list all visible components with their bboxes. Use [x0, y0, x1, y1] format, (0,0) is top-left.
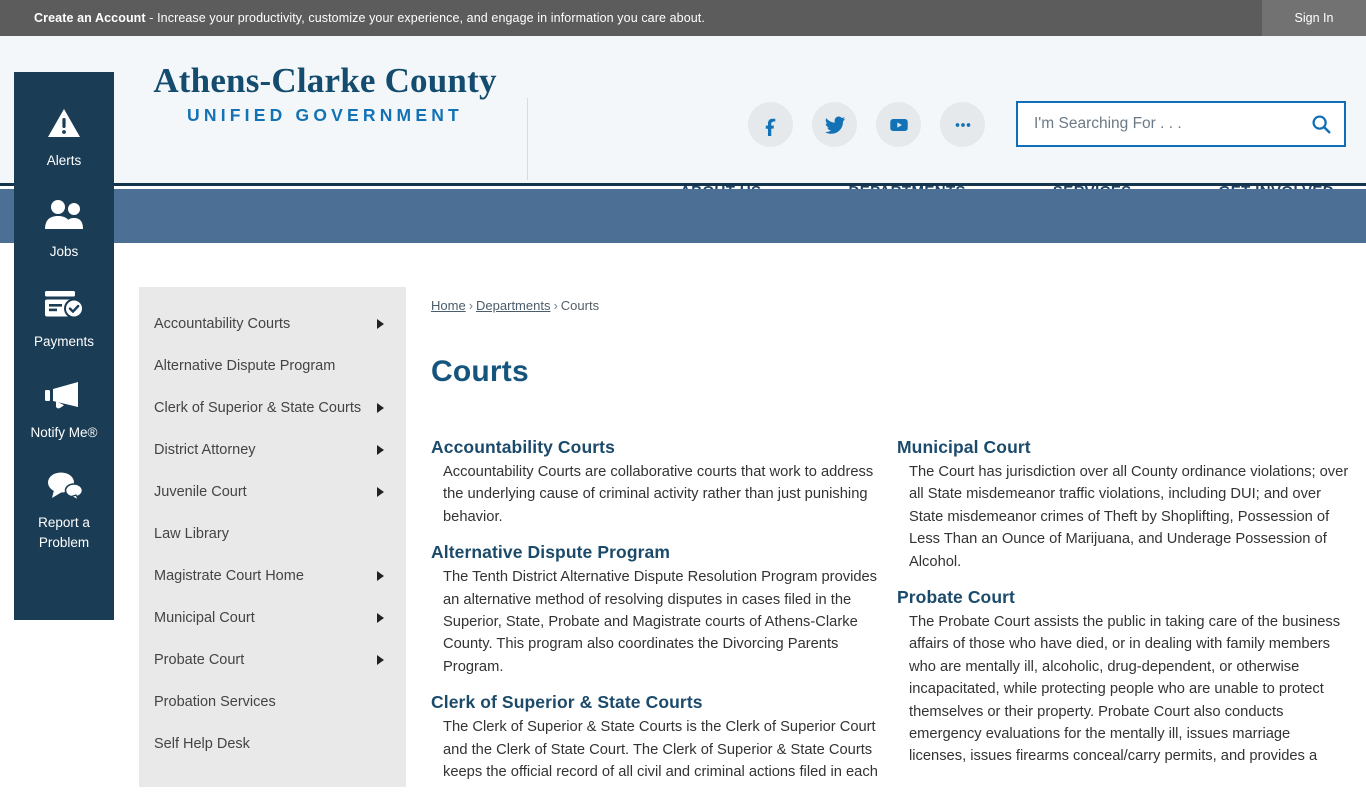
sidenav-label: Magistrate Court Home — [154, 568, 304, 584]
chevron-right-icon[interactable] — [377, 445, 384, 455]
section-heading[interactable]: Alternative Dispute Program — [431, 542, 885, 563]
logo-title: Athens-Clarke County — [153, 61, 497, 100]
logo-subtitle: UNIFIED GOVERNMENT — [187, 104, 463, 125]
chevron-right-icon[interactable] — [377, 655, 384, 665]
payment-card-icon — [42, 283, 86, 325]
sidenav-item-magistrate-court-home[interactable]: Magistrate Court Home — [139, 555, 406, 597]
sidenav-label: Self Help Desk — [154, 736, 250, 752]
sidenav-label: Clerk of Superior & State Courts — [154, 400, 362, 416]
breadcrumb-separator: › — [468, 298, 474, 313]
section-body: Accountability Courts are collaborative … — [443, 464, 874, 525]
breadcrumb-link-home[interactable]: Home — [431, 298, 466, 313]
social-links — [748, 102, 985, 147]
create-account-description: - Increase your productivity, customize … — [145, 11, 705, 25]
section-body: The Court has jurisdiction over all Coun… — [909, 464, 1349, 570]
sidenav-label: Law Library — [154, 526, 229, 542]
section-heading[interactable]: Probate Court — [897, 587, 1351, 608]
create-account-label: Create an Account — [34, 11, 146, 25]
sidenav-item-probate-court[interactable]: Probate Court — [139, 639, 406, 681]
main-content: Home › Departments › Courts Courts Accountab… — [431, 298, 1351, 780]
section-heading[interactable]: Clerk of Superior & State Courts — [431, 692, 885, 713]
rail-item-jobs[interactable]: Jobs — [14, 193, 114, 262]
section-heading[interactable]: Municipal Court — [897, 437, 1351, 458]
sidenav-item-clerk-of-superior-and-state-courts[interactable]: Clerk of Superior & State Courts — [139, 387, 406, 429]
facebook-icon[interactable] — [748, 102, 793, 147]
sign-in-button[interactable]: Sign In — [1262, 0, 1366, 36]
create-account-cta[interactable]: Create an Account - Increase your produc… — [34, 11, 705, 25]
section-clerk-of-superior-and-state-courts: Clerk of Superior & State Courts The Cle… — [431, 692, 885, 783]
breadcrumb: Home › Departments › Courts — [431, 298, 1351, 313]
megaphone-icon — [42, 374, 86, 416]
section-accountability-courts: Accountability Courts Accountability Cou… — [431, 437, 885, 528]
sidenav-item-accountability-courts[interactable]: Accountability Courts — [139, 303, 406, 345]
chevron-right-icon[interactable] — [377, 403, 384, 413]
section-alternative-dispute-program: Alternative Dispute Program The Tenth Di… — [431, 542, 885, 678]
rail-label-notify-me: Notify Me® — [30, 424, 98, 440]
section-heading[interactable]: Accountability Courts — [431, 437, 885, 458]
section-body: The Tenth District Alternative Dispute R… — [443, 569, 878, 675]
content-column-right: Municipal Court The Court has jurisdicti… — [897, 437, 1351, 797]
youtube-icon[interactable] — [876, 102, 921, 147]
section-probate-court: Probate Court The Probate Court assists … — [897, 587, 1351, 768]
utility-bar: Create an Account - Increase your produc… — [0, 0, 1366, 36]
breadcrumb-link-departments[interactable]: Departments — [476, 298, 550, 313]
sidenav-label: Probation Services — [154, 694, 276, 710]
banner-band — [0, 189, 1366, 243]
search-box — [1016, 101, 1346, 147]
alert-triangle-icon — [46, 102, 82, 144]
rail-item-notify-me[interactable]: Notify Me® — [14, 374, 114, 443]
content-columns: Accountability Courts Accountability Cou… — [431, 437, 1351, 797]
sidenav-item-juvenile-court[interactable]: Juvenile Court — [139, 471, 406, 513]
sidenav-item-probation-services[interactable]: Probation Services — [139, 681, 406, 723]
page-title: Courts — [431, 355, 529, 388]
sidenav-label: Municipal Court — [154, 610, 255, 626]
rail-label-alerts: Alerts — [46, 153, 82, 168]
chevron-right-icon[interactable] — [377, 319, 384, 329]
sidenav-item-alternative-dispute-program[interactable]: Alternative Dispute Program — [139, 345, 406, 387]
logo-divider — [527, 98, 528, 180]
sidenav-item-self-help-desk[interactable]: Self Help Desk — [139, 723, 406, 765]
sidenav-label: Accountability Courts — [154, 316, 291, 332]
twitter-icon[interactable] — [812, 102, 857, 147]
rail-label-jobs: Jobs — [49, 243, 79, 259]
section-body: The Probate Court assists the public in … — [909, 614, 1341, 765]
sidenav-item-municipal-court[interactable]: Municipal Court — [139, 597, 406, 639]
rail-label-notify-payments: Payments — [33, 334, 95, 350]
section-municipal-court: Municipal Court The Court has jurisdicti… — [897, 437, 1351, 573]
section-navigation: Accountability Courts Alternative Disput… — [139, 287, 406, 787]
rail-label-report-a-problem: Report a Problem — [38, 515, 90, 550]
rail-item-report-a-problem[interactable]: Report a Problem — [14, 464, 114, 552]
breadcrumb-current: Courts — [560, 298, 600, 313]
sidenav-label: District Attorney — [154, 442, 256, 458]
section-body: The Clerk of Superior & State Courts is … — [443, 719, 878, 781]
chevron-right-icon[interactable] — [377, 571, 384, 581]
site-logo[interactable]: Athens-Clarke County UNIFIED GOVERNMENT — [150, 61, 500, 126]
speech-bubbles-icon — [43, 464, 85, 506]
sidenav-label: Alternative Dispute Program — [154, 358, 336, 374]
content-column-left: Accountability Courts Accountability Cou… — [431, 437, 885, 797]
chevron-right-icon[interactable] — [377, 613, 384, 623]
sidenav-item-law-library[interactable]: Law Library — [139, 513, 406, 555]
rail-item-alerts[interactable]: Alerts — [14, 102, 114, 171]
sidenav-item-district-attorney[interactable]: District Attorney — [139, 429, 406, 471]
breadcrumb-separator: › — [553, 298, 558, 313]
more-icon[interactable] — [940, 102, 985, 147]
search-icon[interactable] — [1298, 103, 1344, 145]
sidenav-label: Probate Court — [154, 652, 245, 668]
site-header: Athens-Clarke County UNIFIED GOVERNMENT … — [0, 36, 1366, 200]
sidenav-label: Juvenile Court — [154, 484, 247, 500]
people-icon — [43, 193, 85, 235]
quick-links-rail: Alerts Jobs Payments Notify Me® Report a… — [14, 72, 114, 620]
search-input[interactable] — [1032, 104, 1298, 144]
chevron-right-icon[interactable] — [377, 487, 384, 497]
rail-item-payments[interactable]: Payments — [14, 283, 114, 352]
